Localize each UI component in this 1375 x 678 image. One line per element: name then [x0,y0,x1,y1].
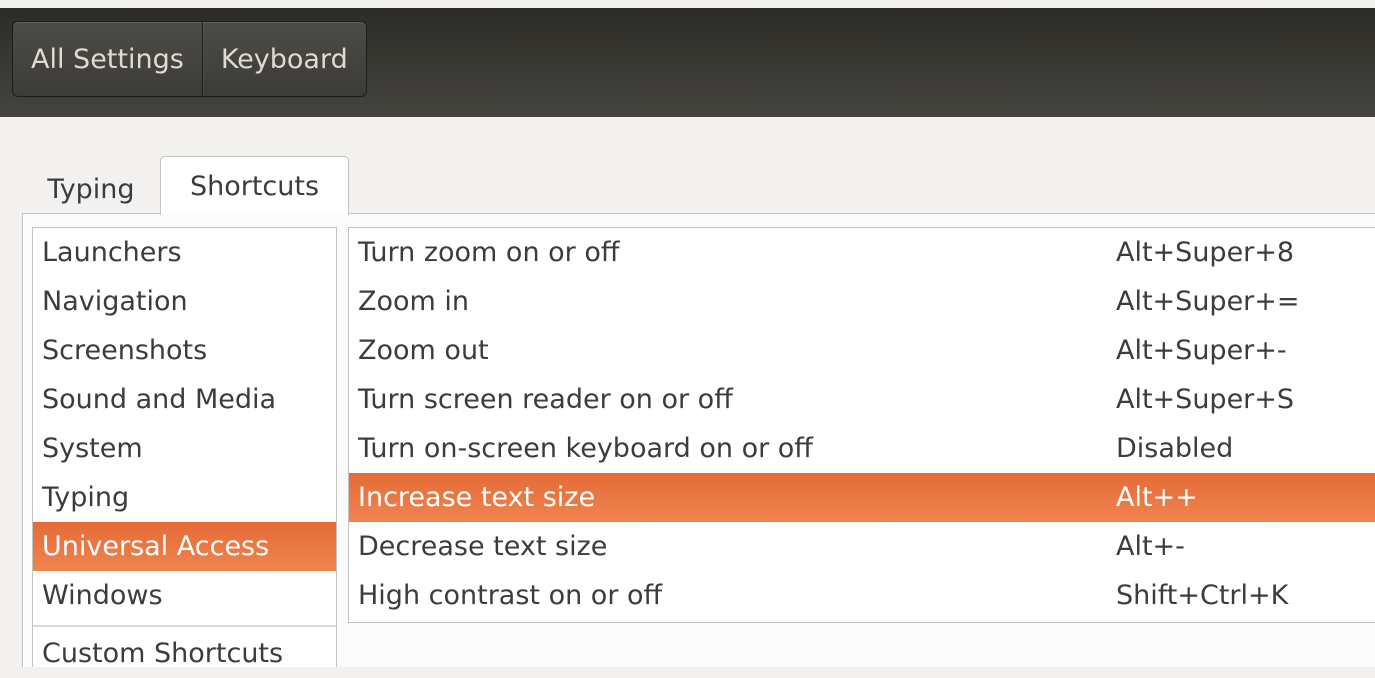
category-launchers[interactable]: Launchers [33,228,336,277]
tab-typing[interactable]: Typing [22,158,160,214]
shortcut-accelerator[interactable]: Alt++ [1116,482,1375,513]
shortcut-name: High contrast on or off [358,580,663,611]
breadcrumb-keyboard[interactable]: Keyboard [201,22,366,96]
breadcrumb: All Settings Keyboard [12,21,367,97]
category-separator [33,625,336,627]
shortcut-row[interactable]: High contrast on or off Shift+Ctrl+K [349,571,1375,620]
shortcut-accelerator[interactable]: Alt+Super+= [1116,286,1375,317]
category-custom-shortcuts[interactable]: Custom Shortcuts [33,629,336,678]
category-sound-and-media[interactable]: Sound and Media [33,375,336,424]
shortcut-row[interactable]: Zoom in Alt+Super+= [349,277,1375,326]
shortcut-row[interactable]: Zoom out Alt+Super+- [349,326,1375,375]
shortcut-category-list: Launchers Navigation Screenshots Sound a… [32,227,337,669]
shortcut-name: Increase text size [358,482,596,513]
category-windows[interactable]: Windows [33,571,336,620]
breadcrumb-all-settings[interactable]: All Settings [13,22,202,96]
shortcut-row[interactable]: Turn zoom on or off Alt+Super+8 [349,228,1375,277]
shortcut-list: Turn zoom on or off Alt+Super+8 Zoom in … [348,227,1375,623]
shortcut-accelerator[interactable]: Alt+Super+S [1116,384,1375,415]
category-system[interactable]: System [33,424,336,473]
shortcut-name: Turn screen reader on or off [358,384,733,415]
category-screenshots[interactable]: Screenshots [33,326,336,375]
shortcut-row[interactable]: Turn screen reader on or off Alt+Super+S [349,375,1375,424]
shortcut-row[interactable]: Decrease text size Alt+- [349,522,1375,571]
shortcut-accelerator[interactable]: Shift+Ctrl+K [1116,580,1375,611]
category-universal-access[interactable]: Universal Access [33,522,336,571]
shortcut-row-selected[interactable]: Increase text size Alt++ [349,473,1375,522]
shortcut-row[interactable]: Turn on-screen keyboard on or off Disabl… [349,424,1375,473]
shortcut-accelerator[interactable]: Alt+- [1116,531,1375,562]
tab-shortcuts[interactable]: Shortcuts [160,156,349,215]
tab-bar: Typing Shortcuts [22,156,349,215]
shortcut-name: Decrease text size [358,531,608,562]
shortcut-name: Turn zoom on or off [358,237,620,268]
header-top-strip [0,0,1375,8]
shortcut-accelerator[interactable]: Alt+Super+- [1116,335,1375,366]
shortcut-name: Turn on-screen keyboard on or off [358,433,813,464]
category-navigation[interactable]: Navigation [33,277,336,326]
window-header: All Settings Keyboard [0,0,1375,117]
category-typing[interactable]: Typing [33,473,336,522]
shortcut-accelerator[interactable]: Disabled [1116,433,1375,464]
shortcut-accelerator[interactable]: Alt+Super+8 [1116,237,1375,268]
shortcut-name: Zoom out [358,335,489,366]
shortcut-name: Zoom in [358,286,470,317]
